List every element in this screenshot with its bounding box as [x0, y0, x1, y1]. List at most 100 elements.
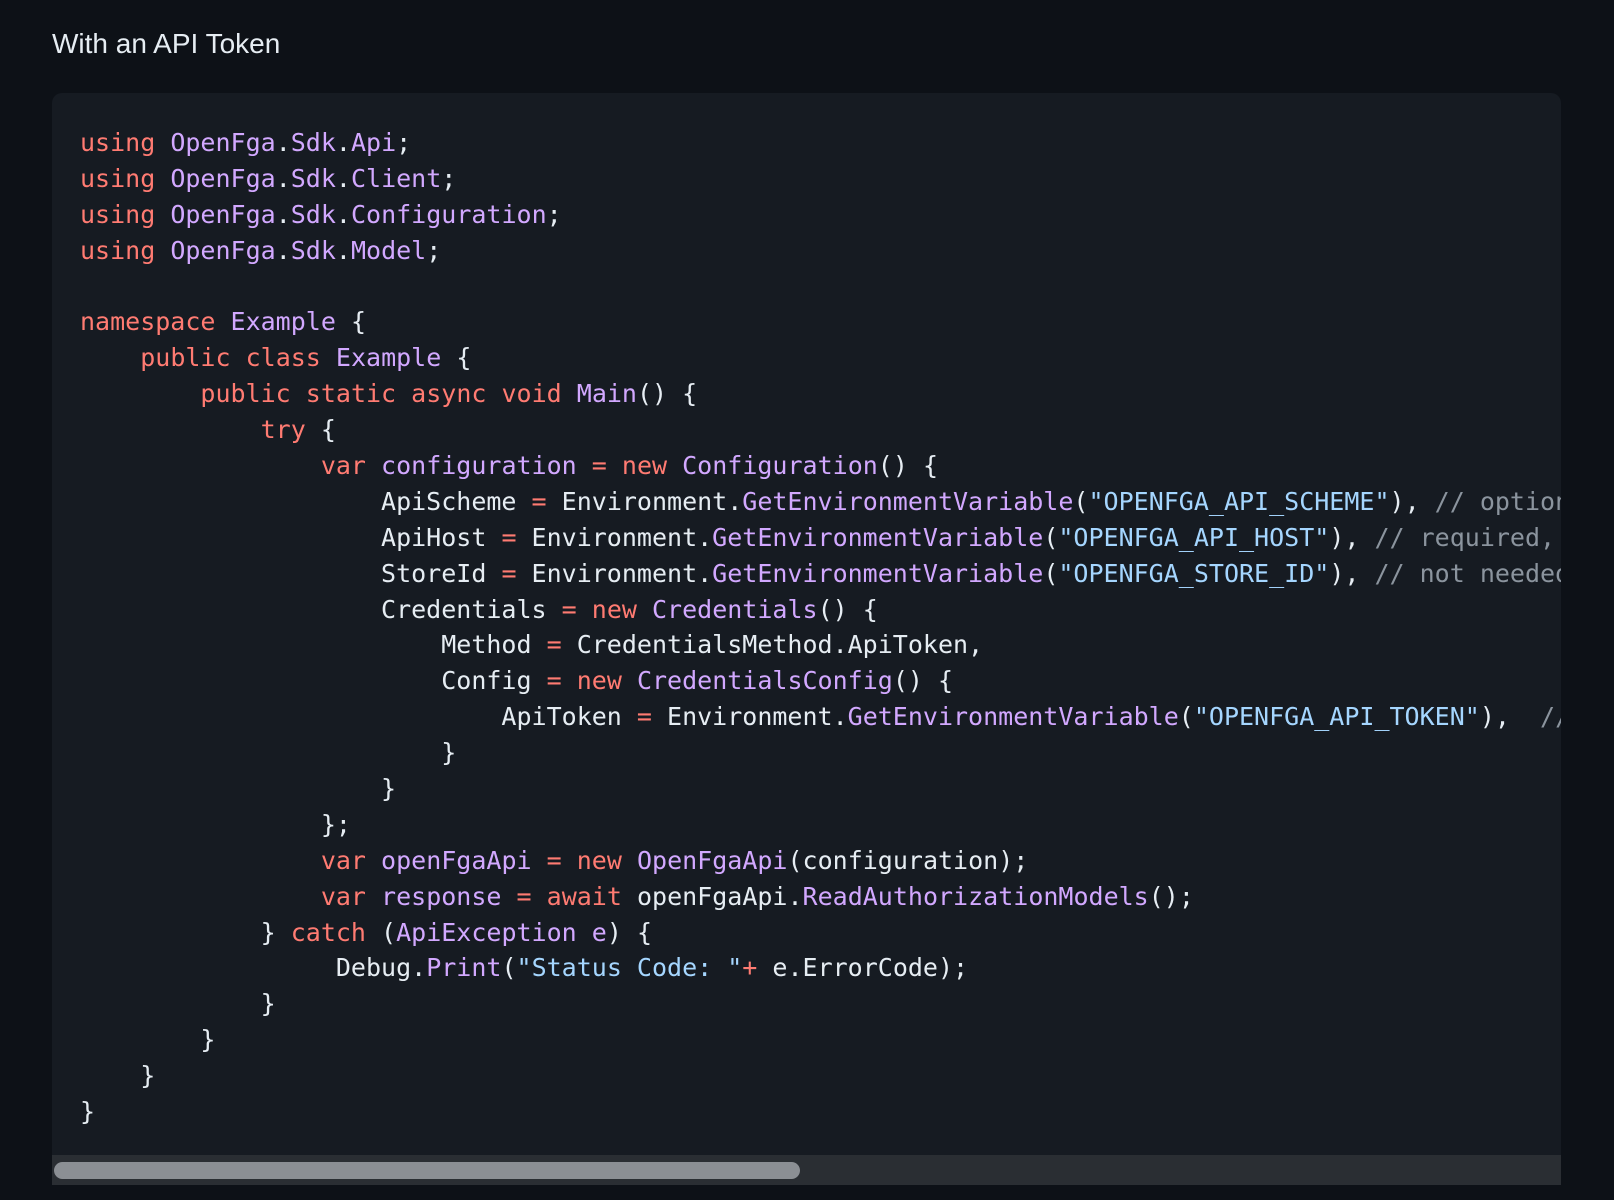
code-token: Sdk [290, 128, 336, 157]
code-token: ApiException [396, 917, 577, 947]
code-token: "OPENFGA_API_TOKEN" [1193, 702, 1480, 732]
code-token: OpenFga [170, 199, 276, 229]
code-token: Environment. [516, 522, 713, 552]
code-token: } [80, 1061, 156, 1091]
code-token: ), [1329, 558, 1375, 588]
code-token: Credentials [651, 594, 818, 624]
code-token: new [576, 845, 622, 875]
code-line: try { [80, 412, 1561, 448]
code-token: . [275, 128, 291, 157]
code-line: ApiScheme = Environment.GetEnvironmentVa… [80, 484, 1561, 520]
code-token: . [335, 128, 351, 157]
code-token: } [80, 738, 457, 768]
code-token: public [200, 379, 291, 409]
code-token: = [501, 558, 517, 588]
code-token: } [80, 989, 276, 1019]
code-token: ( [1043, 522, 1059, 552]
code-token: . [335, 235, 351, 265]
code-token: // optional, defaults to "https" [1434, 486, 1561, 516]
code-token: Debug. [80, 953, 427, 983]
code-line: public class Example { [80, 340, 1561, 376]
code-token: . [335, 163, 351, 193]
code-token: using [80, 235, 156, 265]
scrollbar-thumb[interactable] [54, 1162, 800, 1179]
code-token: using [80, 128, 156, 157]
code-token: } [80, 917, 291, 947]
code-token: CredentialsConfig [636, 666, 893, 696]
code-token: using [80, 199, 156, 229]
code-token: = [501, 522, 517, 552]
code-token: using [80, 163, 156, 193]
code-token: GetEnvironmentVariable [847, 702, 1179, 732]
code-line: Credentials = new Credentials() { [80, 592, 1561, 628]
code-token: Sdk [290, 199, 336, 229]
code-token: class [245, 343, 321, 373]
code-token: { [335, 307, 366, 337]
code-token: ) { [606, 917, 652, 947]
code-token: response [381, 881, 502, 911]
code-line: Method = CredentialsMethod.ApiToken, [80, 627, 1561, 663]
code-token: = [591, 451, 607, 481]
code-token: public [140, 343, 231, 373]
code-token: . [275, 163, 291, 193]
code-token: Main [576, 379, 637, 409]
code-token: ( [1043, 558, 1059, 588]
code-token: ( [1073, 486, 1089, 516]
code-token: OpenFga [170, 235, 276, 265]
code-line: ApiHost = Environment.GetEnvironmentVari… [80, 520, 1561, 556]
code-token: } [80, 1097, 96, 1127]
code-token: openFgaApi. [621, 881, 803, 911]
code-token: e.ErrorCode); [757, 953, 969, 983]
code-token: var [320, 845, 366, 875]
code-token: } [80, 1025, 216, 1055]
code-token: = [546, 666, 562, 696]
code-scroll-area[interactable]: using OpenFga.Sdk.Api; using OpenFga.Sdk.… [52, 93, 1561, 1155]
code-token: GetEnvironmentVariable [712, 558, 1044, 588]
code-token: Print [426, 953, 502, 983]
code-token: ), [1329, 522, 1375, 552]
code-line: } catch (ApiException e) { [80, 915, 1561, 951]
code-line: } [80, 771, 1561, 807]
code-token: (); [1148, 881, 1194, 911]
code-token: Configuration [350, 199, 547, 229]
code-token: var [320, 451, 366, 481]
code-token: = [561, 594, 577, 624]
section-heading: With an API Token [52, 28, 281, 59]
code-line: } [80, 1094, 1561, 1130]
code-token: . [335, 199, 351, 229]
code-token: + [742, 953, 758, 983]
horizontal-scrollbar[interactable] [52, 1155, 1561, 1185]
code-token: async [411, 379, 487, 409]
code-token: Configuration [682, 451, 878, 481]
code-token: static [305, 379, 397, 409]
code-token: new [591, 594, 637, 624]
code-token: ReadAuthorizationModels [802, 881, 1149, 911]
code-token: void [501, 379, 562, 409]
code-line: var configuration = new Configuration() … [80, 448, 1561, 484]
code-token: = [546, 845, 562, 875]
code-token: GetEnvironmentVariable [712, 522, 1044, 552]
code-token: { [441, 343, 472, 373]
code-token: namespace [80, 307, 216, 337]
code-token: ; [546, 199, 562, 229]
code-line: } [80, 735, 1561, 771]
code-token: CredentialsMethod.ApiToken, [561, 630, 984, 660]
code-token: ), [1389, 486, 1435, 516]
code-line: var response = await openFgaApi.ReadAuth… [80, 879, 1561, 915]
code-token: "Status Code: " [516, 953, 743, 983]
code-token: ( [1178, 702, 1194, 732]
code-content: using OpenFga.Sdk.Api; using OpenFga.Sdk.… [52, 93, 1561, 1130]
code-token: ApiScheme [80, 486, 532, 516]
code-token: OpenFgaApi [636, 845, 788, 875]
